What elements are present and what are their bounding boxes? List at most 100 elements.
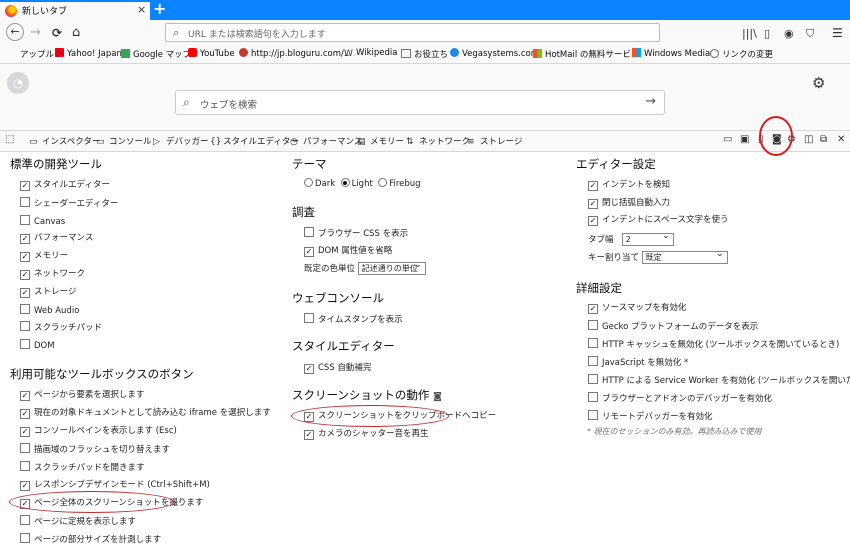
tab-debugger[interactable]: ▷ デバッガー [153, 135, 209, 147]
arrow-right-icon[interactable]: → [645, 94, 656, 109]
checkbox[interactable]: ✓ [588, 216, 598, 226]
checkbox-row[interactable]: JavaScript を無効化 * [588, 356, 688, 370]
checkbox[interactable]: ✓ [588, 181, 598, 191]
checkbox[interactable] [20, 339, 30, 350]
theme-light-radio[interactable]: Light [340, 178, 373, 189]
checkbox-row[interactable]: スクラッチパッド [20, 321, 102, 335]
checkbox[interactable] [20, 321, 30, 332]
checkbox[interactable] [20, 196, 30, 207]
checkbox[interactable] [20, 515, 30, 525]
web-search-input[interactable]: ⌕ ウェブを検索 → [175, 90, 665, 115]
checkbox-row[interactable]: ブラウザー CSS を表示 [304, 227, 408, 241]
bookmark-item[interactable]: HotMail の無料サービス [533, 48, 639, 60]
tab-console[interactable]: ▭ コンソール [96, 135, 152, 147]
checkbox[interactable] [588, 410, 598, 420]
forward-icon[interactable]: → [30, 24, 41, 42]
bookmark-item[interactable]: アップル [8, 48, 54, 60]
checkbox-row[interactable]: ページの部分サイズを計測します [20, 533, 161, 547]
checkbox-row[interactable]: Web Audio [20, 303, 79, 318]
tab-size-select[interactable]: 2 [621, 231, 674, 246]
checkbox-row[interactable]: ✓ ページから要素を選択します [20, 389, 144, 403]
checkbox-row[interactable]: ページに定規を表示します [20, 515, 136, 529]
checkbox-row[interactable]: ✓ 閉じ括弧自動入力 [588, 197, 670, 211]
checkbox[interactable] [304, 313, 314, 323]
tab-performance[interactable]: ◷ パフォーマンス [290, 135, 362, 147]
reload-icon[interactable]: ⟳ [52, 24, 62, 42]
checkbox-row[interactable]: ✓ スタイルエディター [20, 179, 110, 193]
checkbox[interactable]: ✓ [20, 481, 30, 491]
checkbox[interactable]: ✓ [304, 364, 314, 374]
checkbox-row[interactable]: ✓ CSS 自動補完 [304, 362, 371, 376]
checkbox[interactable]: ✓ [20, 234, 30, 245]
bookmark-item[interactable]: http://jp.bloguru.com/... [239, 48, 352, 59]
back-icon[interactable]: ← [6, 23, 24, 41]
responsive-design-icon[interactable]: ▣ [740, 134, 749, 145]
checkbox-row[interactable]: ✓ メモリー [20, 250, 68, 264]
tab-new-tab[interactable]: 新しいタブ × [0, 0, 150, 20]
checkbox[interactable] [588, 392, 598, 402]
split-console-icon[interactable]: ▭ [723, 134, 732, 145]
theme-firebug-radio[interactable]: Firebug [378, 178, 421, 189]
checkbox[interactable]: ✓ [20, 427, 30, 437]
checkbox-row[interactable]: 描画域のフラッシュを切り替えます [20, 443, 170, 457]
addon-icon[interactable]: ◉ [784, 25, 794, 43]
bookmark-item[interactable]: Windows Media [632, 48, 710, 59]
checkbox-row[interactable]: ✓ パフォーマンス [20, 232, 93, 246]
tab-memory[interactable]: ▤ メモリー [357, 135, 404, 147]
checkbox[interactable]: ✓ [20, 287, 30, 298]
checkbox[interactable]: ✓ [20, 181, 30, 191]
bookmark-item[interactable]: お役立ち [401, 48, 448, 60]
checkbox[interactable] [20, 443, 30, 453]
checkbox[interactable] [304, 227, 314, 237]
checkbox-row[interactable]: リモートデバッガーを有効化 [588, 410, 713, 424]
new-tab-button[interactable]: + [153, 0, 166, 18]
close-tab-icon[interactable]: × [137, 3, 146, 16]
library-icon[interactable]: |||\ [742, 25, 757, 43]
tab-storage[interactable]: ≡ ストレージ [467, 135, 522, 147]
checkbox-row[interactable]: DOM [20, 339, 55, 353]
keybinding-select[interactable]: 既定 [641, 249, 728, 264]
checkbox[interactable] [20, 533, 30, 543]
sidebar-icon[interactable]: ▯ [764, 25, 770, 43]
checkbox[interactable] [588, 356, 598, 366]
checkbox[interactable] [588, 320, 598, 330]
checkbox-row[interactable]: ✓ インデントを検知 [588, 179, 670, 193]
checkbox[interactable] [20, 303, 30, 314]
shield-icon[interactable]: ⛉ [806, 25, 814, 43]
checkbox[interactable] [588, 374, 598, 384]
gear-icon[interactable]: ⚙ [812, 74, 825, 92]
checkbox-row[interactable]: Gecko プラットフォームのデータを表示 [588, 320, 758, 334]
checkbox[interactable] [588, 338, 598, 348]
bookmark-item[interactable]: YouTube [188, 48, 235, 59]
tab-network[interactable]: ⇅ ネットワーク [406, 135, 470, 147]
checkbox[interactable]: ✓ [20, 391, 30, 401]
checkbox[interactable]: ✓ [20, 270, 30, 280]
checkbox[interactable]: ✓ [588, 198, 598, 209]
checkbox-row[interactable]: シェーダーエディター [20, 196, 118, 211]
menu-icon[interactable]: ☰ [832, 24, 843, 42]
checkbox-row[interactable]: ✓ インデントにスペース文字を使う [588, 214, 728, 228]
color-unit-select[interactable]: 記述通りの単位 [357, 260, 426, 275]
element-picker-icon[interactable]: ⬚ [5, 134, 14, 145]
checkbox-row[interactable]: ✓ ストレージ [20, 286, 76, 300]
checkbox-row[interactable]: Canvas [20, 214, 65, 229]
checkbox-row[interactable]: スクラッチパッドを開きます [20, 461, 145, 475]
separate-window-icon[interactable]: ⧉ [820, 134, 827, 145]
close-icon[interactable]: ✕ [837, 134, 845, 145]
checkbox[interactable] [20, 214, 30, 225]
bookmark-item[interactable]: W Wikipedia [344, 48, 397, 59]
checkbox-row[interactable]: HTTP による Service Worker を有効化 (ツールボックスを開い… [588, 374, 850, 388]
checkbox-row[interactable]: タイムスタンプを表示 [304, 313, 403, 327]
checkbox-row[interactable]: HTTP キャッシュを無効化 (ツールボックスを開いているとき) [588, 338, 839, 352]
checkbox-row[interactable]: ✓ カメラのシャッター音を再生 [304, 428, 429, 442]
checkbox[interactable] [20, 461, 30, 471]
checkbox-row[interactable]: ✓ DOM 属性値を省略 [304, 245, 392, 259]
theme-dark-radio[interactable]: Dark [304, 178, 335, 189]
bookmark-item[interactable]: Google マップ [121, 48, 191, 60]
bookmark-item[interactable]: リンクの変更 [710, 48, 773, 60]
checkbox[interactable]: ✓ [588, 304, 598, 314]
bookmark-item[interactable]: Yahoo! Japan [55, 48, 122, 59]
url-bar[interactable]: ⌕ URL または検索語句を入力します [165, 23, 660, 42]
dock-side-icon[interactable]: ◫ [804, 134, 813, 145]
checkbox[interactable]: ✓ [304, 246, 314, 257]
